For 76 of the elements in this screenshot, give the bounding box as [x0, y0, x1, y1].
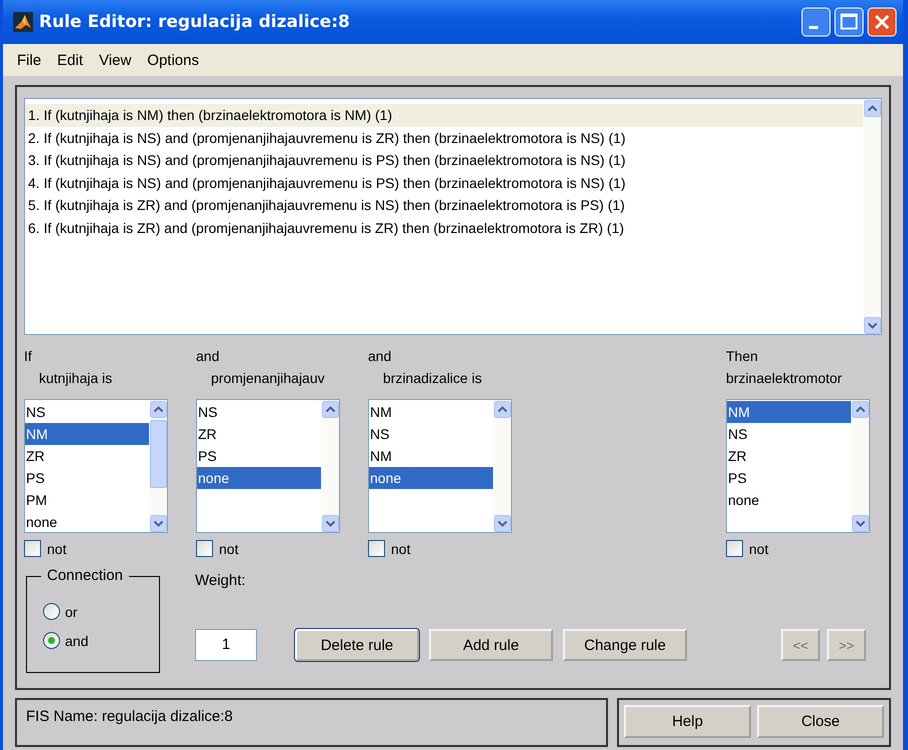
scroll-down-icon[interactable]	[322, 515, 338, 532]
variable-label: brzinaelektromotor	[726, 369, 842, 388]
rule-row[interactable]: 4. If (kutnjihaja is NS) and (promjenanjihajauvremenu is PS) then (brzinaelektromotora is NS) (1)	[25, 172, 863, 194]
rule-row[interactable]: 5. If (kutnjihaja is ZR) and (promjenanjihajauvremenu is NS) then (brzinaelektromotora is PS) (1)	[25, 194, 863, 217]
connective-label: Then	[726, 347, 759, 366]
status-text: FIS Name: regulacija dizalice:8	[15, 698, 608, 747]
maximize-button[interactable]	[834, 7, 864, 37]
connective-label: If	[24, 347, 33, 366]
action-button[interactable]: Change rule	[563, 629, 687, 661]
scroll-up-icon[interactable]	[322, 401, 338, 418]
list-item[interactable]: NM	[25, 423, 149, 445]
variable-label: brzinadizalice is	[383, 369, 482, 388]
scroll-up-icon[interactable]	[150, 401, 166, 418]
not-checkbox[interactable]	[726, 540, 743, 557]
scroll-down-icon[interactable]	[852, 515, 868, 532]
radio-button[interactable]	[43, 632, 60, 649]
scroll-up-icon[interactable]	[852, 401, 868, 418]
list-item[interactable]: NM	[369, 401, 493, 423]
scroll-down-icon[interactable]	[494, 515, 510, 532]
menu-item[interactable]: Edit	[49, 52, 92, 68]
list-item[interactable]: none	[727, 489, 851, 511]
rule-row[interactable]: 1. If (kutnjihaja is NM) then (brzinaelektromotora is NM) (1)	[25, 104, 863, 127]
scroll-down-icon[interactable]	[864, 317, 880, 334]
app-icon	[13, 12, 33, 32]
list-item[interactable]: ZR	[727, 445, 851, 467]
list-item[interactable]: ZR	[25, 445, 149, 467]
list-item[interactable]: NM	[727, 401, 851, 423]
list-item[interactable]: none	[369, 467, 493, 489]
list-item[interactable]: NM	[369, 445, 493, 467]
window-title: Rule Editor: regulacija dizalice:8	[39, 12, 351, 32]
rule-row[interactable]: 6. If (kutnjihaja is ZR) and (promjenanjihajauvremenu is ZR) then (brzinaelektromotora is ZR) (1)	[25, 216, 863, 240]
list-item[interactable]: NS	[369, 423, 493, 445]
weight-field[interactable]: 1	[195, 629, 257, 661]
footer-button[interactable]: Close	[757, 705, 884, 738]
list-item[interactable]: PS	[727, 467, 851, 489]
weight-label: Weight:	[195, 572, 247, 591]
membership-listbox[interactable]: NM NS ZR PS none	[726, 399, 870, 533]
not-checkbox[interactable]	[368, 540, 385, 557]
checkbox-label: not	[749, 540, 768, 556]
membership-listbox[interactable]: NM NS NM none	[368, 399, 512, 533]
checkbox-label: not	[219, 540, 238, 556]
radio-button[interactable]	[43, 603, 60, 620]
list-item[interactable]: none	[25, 511, 149, 533]
scroll-up-icon[interactable]	[494, 401, 510, 418]
variable-label: kutnjihaja is	[39, 369, 112, 388]
list-item[interactable]: ZR	[197, 423, 321, 445]
scroll-down-icon[interactable]	[150, 515, 166, 532]
list-item[interactable]: NS	[727, 423, 851, 445]
list-item[interactable]: PS	[25, 467, 149, 489]
radio-label: or	[65, 604, 78, 620]
not-checkbox[interactable]	[24, 540, 41, 557]
variable-label: promjenanjihajauv	[211, 369, 325, 388]
list-item[interactable]: NS	[25, 401, 149, 423]
action-button[interactable]: Add rule	[429, 629, 553, 661]
list-item[interactable]: NS	[197, 401, 321, 423]
membership-listbox[interactable]: NS ZR PS none	[196, 399, 340, 533]
action-button[interactable]: Delete rule	[295, 629, 419, 661]
checkbox-label: not	[391, 540, 410, 556]
footer-button[interactable]: Help	[624, 705, 751, 738]
radio-label: and	[65, 632, 88, 648]
list-item[interactable]: PM	[25, 489, 149, 511]
scrollbar-thumb[interactable]	[150, 420, 166, 488]
menu-item[interactable]: Options	[139, 52, 207, 68]
minimize-button[interactable]	[801, 7, 831, 37]
rule-row[interactable]: 2. If (kutnjihaja is NS) and (promjenanjihajauvremenu is ZR) then (brzinaelektromotora is NS) (1)	[25, 126, 863, 150]
connective-label: and	[196, 347, 220, 366]
list-item[interactable]: PS	[197, 445, 321, 467]
scroll-up-icon[interactable]	[864, 100, 880, 117]
menu-item[interactable]: File	[9, 52, 50, 68]
list-item[interactable]: none	[197, 467, 321, 489]
checkbox-label: not	[47, 540, 66, 556]
close-button[interactable]	[867, 7, 897, 37]
rule-row[interactable]: 3. If (kutnjihaja is NS) and (promjenanjihajauvremenu is PS) then (brzinaelektromotora is NS) (1)	[25, 149, 863, 172]
menu-item[interactable]: View	[91, 52, 140, 68]
connective-label: and	[368, 347, 392, 366]
not-checkbox[interactable]	[196, 540, 213, 557]
